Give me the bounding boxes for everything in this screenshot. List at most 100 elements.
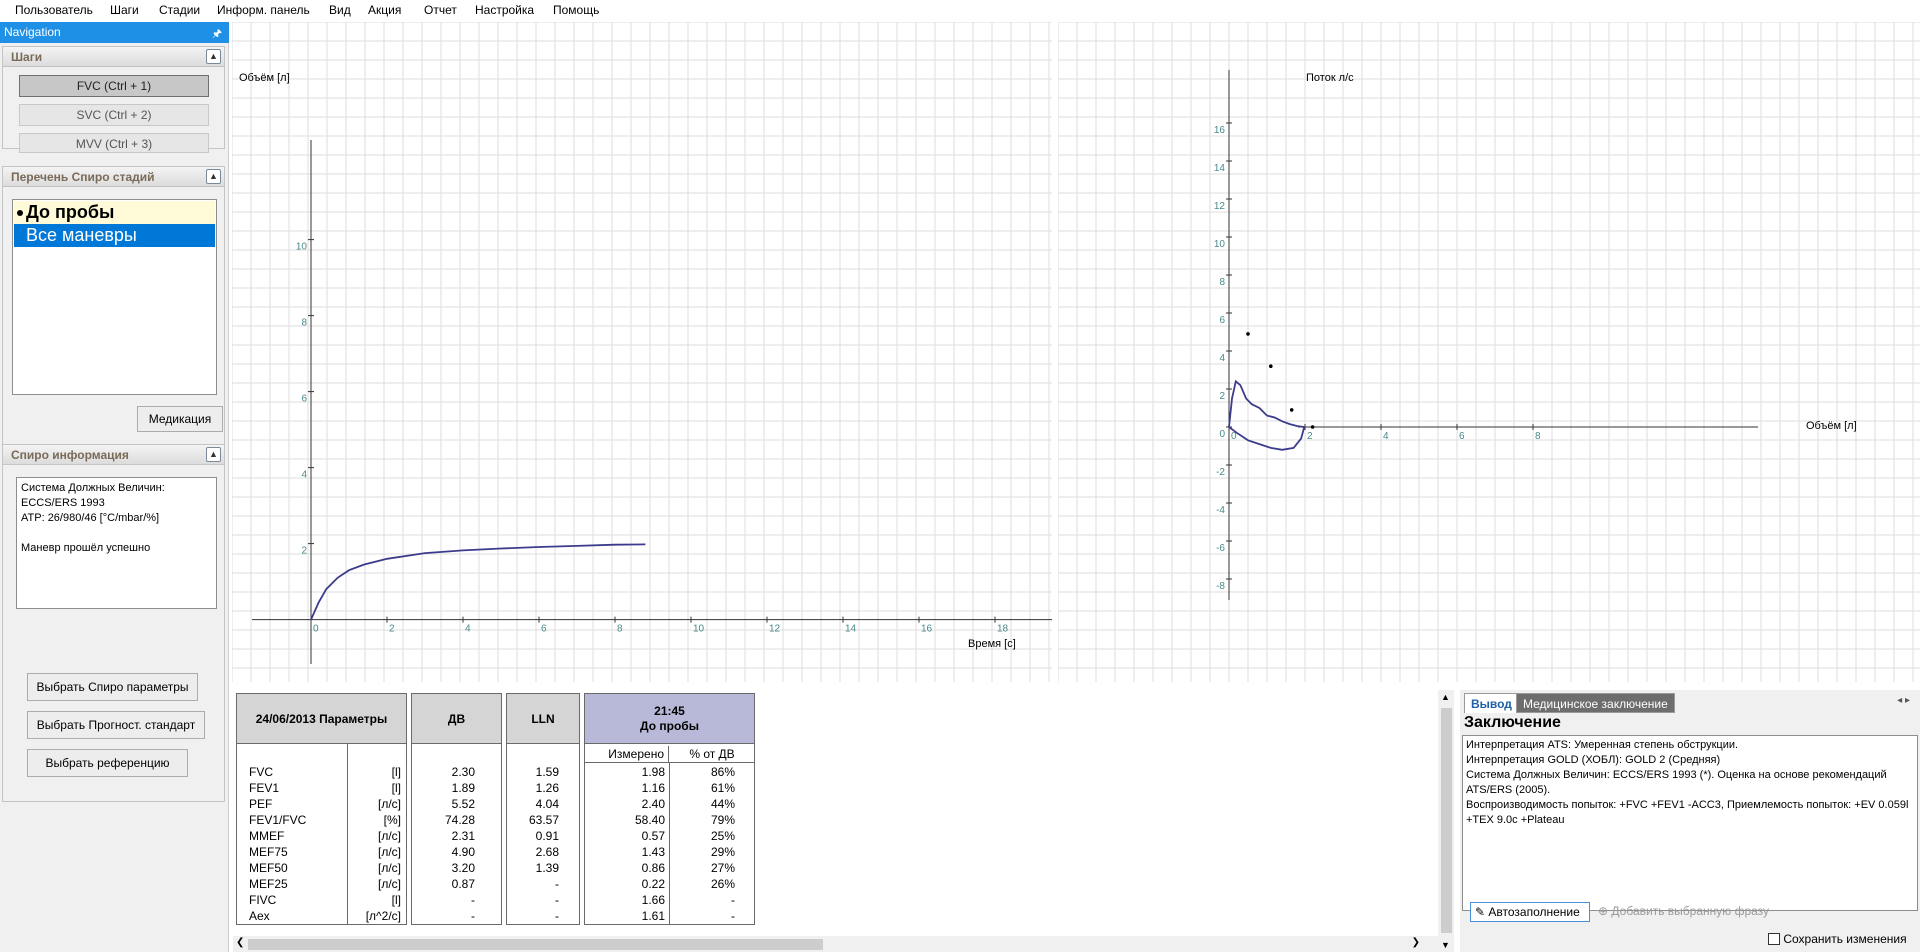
lln-header: LLN [507,694,579,744]
menu-steps[interactable]: Шаги [110,3,139,17]
x-tick-label: 8 [617,624,623,635]
scroll-right-icon[interactable]: ❯ [1412,937,1420,948]
param-unit: [%] [383,813,401,827]
y-tick-label: 0 [1219,429,1225,440]
y-tick-label: -6 [1216,543,1225,554]
predicted-value: 74.28 [444,813,475,827]
measured-value: 2.40 [641,797,665,811]
steps-header: Шаги [11,50,43,64]
step-fvc-button[interactable]: FVC (Ctrl + 1) [19,75,209,97]
collapse-icon[interactable]: ▲ [206,169,221,184]
spiro-info-header: Спиро информация [11,448,129,462]
params-header: 24/06/2013 Параметры [237,694,406,744]
select-spiro-params-button[interactable]: Выбрать Спиро параметры [27,673,198,701]
measured-value: 0.86 [641,861,665,875]
collapse-icon[interactable]: ▲ [206,49,221,64]
step-svc-button[interactable]: SVC (Ctrl + 2) [19,104,209,126]
stage-item[interactable]: До пробы [14,201,215,224]
menu-report[interactable]: Отчет [424,3,457,17]
scroll-left-icon[interactable]: ❮ [236,937,244,948]
save-changes-checkbox[interactable]: Сохранить изменения [1768,932,1907,946]
navigation-panel: Navigation 🖈 Шаги ▲ FVC (Ctrl + 1) SVC (… [0,22,229,952]
collapse-icon[interactable]: ▲ [206,447,221,462]
stage-item-selected[interactable]: Все маневры [14,224,215,247]
y-tick-label: -2 [1216,467,1225,478]
x-tick-label: 2 [1307,431,1313,442]
lln-value: - [555,909,559,923]
menu-action[interactable]: Акция [368,3,401,17]
predicted-value: 1.89 [451,781,475,795]
add-phrase-button[interactable]: ⊕ Добавить выбранную фразу [1596,902,1796,922]
param-name: MEF75 [249,845,288,859]
percent-value: - [731,909,735,923]
conclusion-panel: Вывод Медицинское заключение ◂ ▸ Заключе… [1460,690,1920,952]
data-point [1269,364,1273,369]
measured-value: 58.40 [634,813,665,827]
y-axis-label: Объём [л] [239,72,290,84]
y-tick-label: 16 [1214,125,1226,136]
param-name: PEF [249,797,273,811]
x-tick-label: 6 [541,624,547,635]
menu-settings[interactable]: Настройка [475,3,534,17]
horizontal-scrollbar[interactable]: ❮ ❯ [233,936,1438,952]
x-tick-label: 4 [1383,431,1389,442]
predicted-value: 2.30 [451,765,475,779]
series-line [310,543,646,620]
measured-value: 1.16 [641,781,665,795]
tab-output[interactable]: Вывод [1464,693,1519,713]
percent-value: - [731,893,735,907]
params-column: 24/06/2013 Параметры FVC [l] FEV1 [l] PEF [л/… [236,693,407,925]
pin-icon[interactable]: 🖈 [212,25,222,44]
tab-medical-conclusion[interactable]: Медицинское заключение [1516,693,1675,713]
menu-info-panel[interactable]: Информ. панель [217,3,310,17]
predicted-header: ДВ [412,694,501,744]
plus-icon: ⊕ [1598,904,1609,918]
x-tick-label: 10 [693,624,705,635]
medication-button[interactable]: Медикация [137,406,223,432]
param-unit: [л/с] [377,797,401,811]
lln-value: 0.91 [535,829,559,843]
x-tick-label: 4 [465,624,471,635]
step-mvv-button[interactable]: MVV (Ctrl + 3) [19,133,209,153]
y-tick-label: 6 [301,394,307,405]
conclusion-title: Заключение [1464,714,1561,731]
tab-nav-icon[interactable]: ◂ ▸ [1897,695,1910,706]
scroll-thumb[interactable] [1441,708,1452,933]
y-tick-label: 12 [1214,201,1226,212]
vertical-scrollbar[interactable]: ▲ ▼ [1438,690,1454,952]
percent-value: 29% [710,845,735,859]
x-tick-label: 18 [997,624,1009,635]
lln-value: 4.04 [535,797,559,811]
param-unit: [л/с] [377,829,401,843]
conclusion-text[interactable]: Интерпретация ATS: Умеренная степень обс… [1462,735,1918,911]
menu-user[interactable]: Пользователь [15,3,93,17]
autofill-button[interactable]: ✎ Автозаполнение [1470,902,1590,922]
menu-stages[interactable]: Стадии [159,3,200,17]
param-unit: [l] [391,781,401,795]
menu-help[interactable]: Помощь [553,3,599,17]
y-tick-label: 10 [296,242,308,253]
stages-section: Перечень Спиро стадий ▲ До пробы Все ман… [2,166,225,456]
steps-section: Шаги ▲ FVC (Ctrl + 1) SVC (Ctrl + 2) MVV… [2,46,225,153]
scroll-thumb[interactable] [248,939,823,950]
bullet-icon [17,210,23,216]
percent-value: 79% [710,813,735,827]
scroll-down-icon[interactable]: ▼ [1441,940,1450,950]
select-prediction-standard-button[interactable]: Выбрать Прогност. стандарт [27,711,205,739]
navigation-title: Navigation [0,22,229,43]
scroll-up-icon[interactable]: ▲ [1441,692,1450,702]
y-tick-label: -8 [1216,581,1225,592]
parameters-table: 24/06/2013 Параметры FVC [l] FEV1 [l] PEF [л/… [233,690,1438,936]
measured-value: 1.98 [641,765,665,779]
param-name: FEV1/FVC [249,813,307,827]
percent-value: 86% [710,765,735,779]
percent-value: 26% [710,877,735,891]
param-name: MEF50 [249,861,288,875]
predicted-value: 3.20 [451,861,475,875]
select-reference-button[interactable]: Выбрать референцию [27,749,188,777]
predicted-column: ДВ 2.30 1.89 5.52 74.28 2.31 4.90 3.20 0.87 - - [411,693,502,925]
measured-value: 1.43 [641,845,665,859]
spiro-info-text: Система Должных Величин: ECCS/ERS 1993 A… [16,477,217,609]
menu-view[interactable]: Вид [329,3,351,17]
predicted-value: - [471,909,475,923]
